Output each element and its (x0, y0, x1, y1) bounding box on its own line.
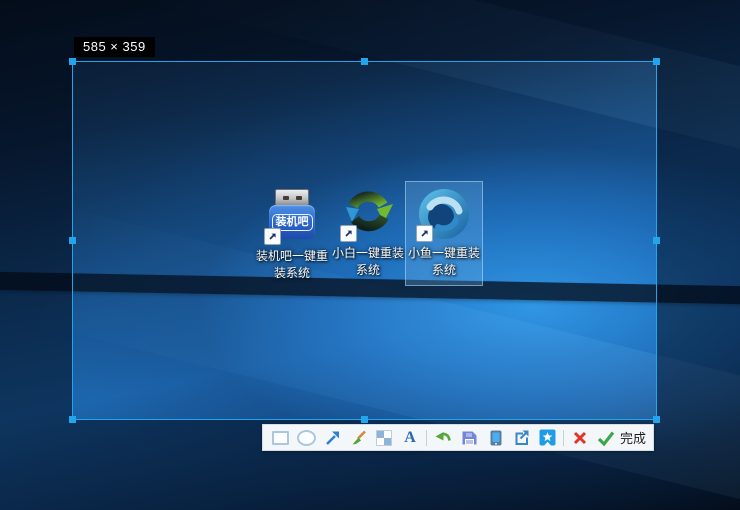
undo-button[interactable] (433, 428, 453, 448)
screenshot-tool-screen: 装机吧 装机吧一键重 装系统 (0, 0, 740, 510)
resize-handle-ne[interactable] (653, 58, 660, 65)
rectangle-icon (272, 431, 289, 445)
cancel-button[interactable] (570, 428, 590, 448)
confirm-button-label: 完成 (620, 428, 646, 447)
selection-size-label: 585 × 359 (74, 37, 155, 57)
confirm-button[interactable]: 完成 (596, 428, 646, 448)
arrow-icon (323, 428, 342, 447)
resize-handle-n[interactable] (361, 58, 368, 65)
undo-icon (434, 428, 453, 447)
resize-handle-sw[interactable] (69, 416, 76, 423)
ellipse-icon (297, 430, 316, 446)
annotation-toolbar: A (262, 424, 654, 451)
device-icon (486, 428, 505, 447)
ellipse-tool-button[interactable] (296, 428, 316, 448)
arrow-tool-button[interactable] (322, 428, 342, 448)
share-icon (512, 428, 531, 447)
save-icon (460, 428, 479, 447)
resize-handle-w[interactable] (69, 237, 76, 244)
rectangle-tool-button[interactable] (270, 428, 290, 448)
mosaic-icon (376, 430, 392, 446)
resize-handle-se[interactable] (653, 416, 660, 423)
toolbar-separator (563, 430, 564, 446)
pin-to-screen-button[interactable] (485, 428, 505, 448)
checkmark-icon (596, 429, 616, 447)
favorite-button[interactable] (537, 428, 557, 448)
text-tool-icon: A (404, 430, 416, 446)
save-button[interactable] (459, 428, 479, 448)
resize-handle-nw[interactable] (69, 58, 76, 65)
brush-tool-button[interactable] (348, 428, 368, 448)
toolbar-separator (426, 430, 427, 446)
mosaic-tool-button[interactable] (374, 428, 394, 448)
resize-handle-e[interactable] (653, 237, 660, 244)
share-button[interactable] (511, 428, 531, 448)
star-icon (538, 428, 557, 447)
cancel-x-icon (571, 429, 589, 447)
capture-selection-region[interactable] (72, 61, 657, 420)
text-tool-button[interactable]: A (400, 428, 420, 448)
resize-handle-s[interactable] (361, 416, 368, 423)
brush-icon (349, 428, 368, 447)
